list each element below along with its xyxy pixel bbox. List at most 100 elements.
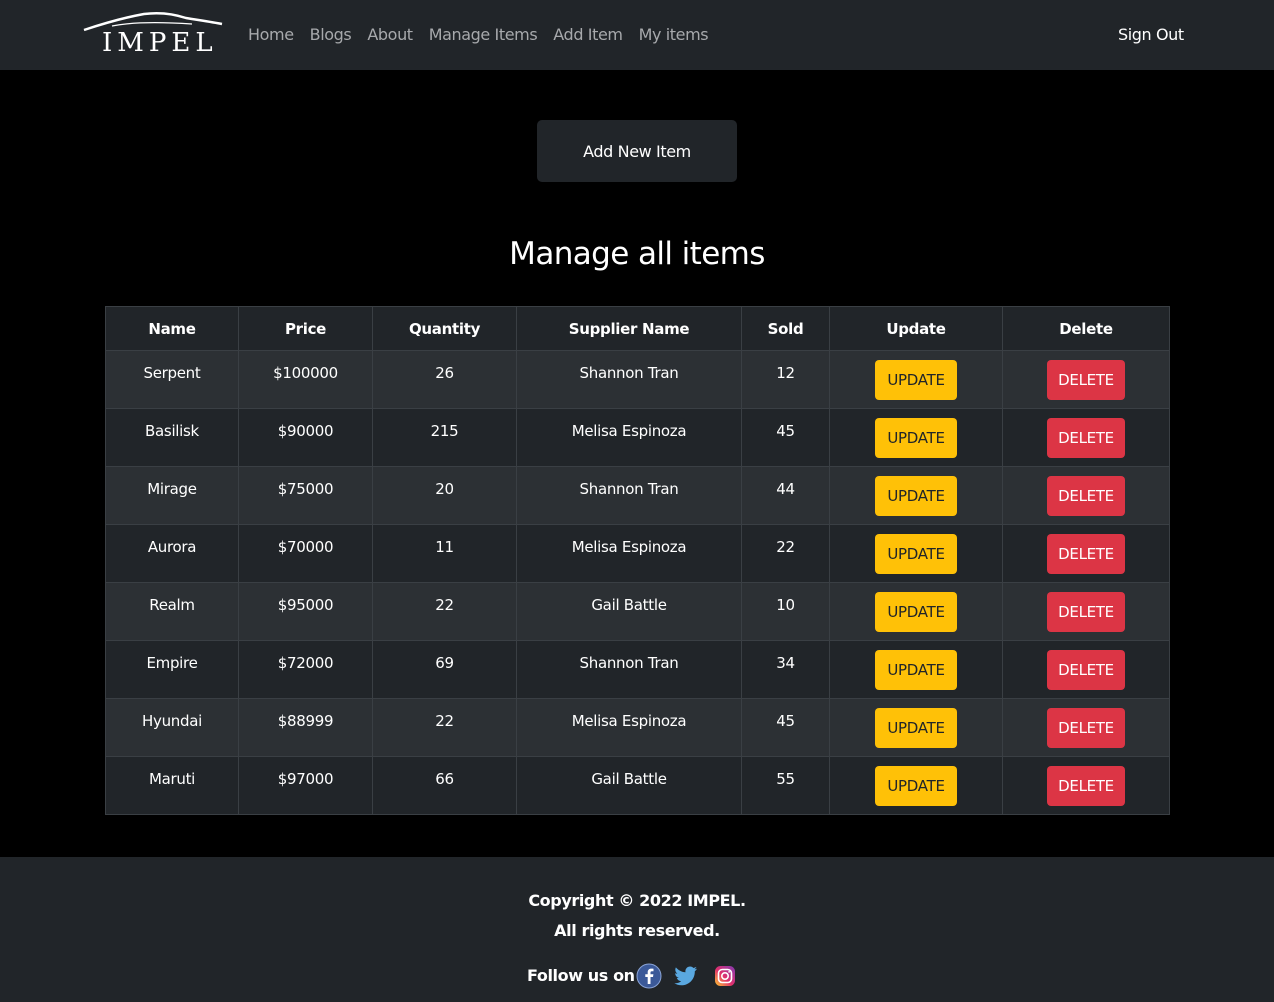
delete-button[interactable]: DELETE: [1047, 534, 1125, 574]
header-price: Price: [238, 306, 373, 351]
cell-supplier-name: Shannon Tran: [516, 466, 742, 525]
header-quantity: Quantity: [372, 306, 517, 351]
cell-delete: DELETE: [1002, 756, 1170, 815]
facebook-icon[interactable]: [636, 963, 662, 989]
update-button[interactable]: UPDATE: [875, 418, 957, 458]
delete-button[interactable]: DELETE: [1047, 360, 1125, 400]
table-row: Empire $72000 69 Shannon Tran 34 UPDATE DELETE: [105, 640, 1170, 699]
update-button[interactable]: UPDATE: [875, 592, 957, 632]
cell-delete: DELETE: [1002, 466, 1170, 525]
cell-delete: DELETE: [1002, 350, 1170, 409]
cell-delete: DELETE: [1002, 698, 1170, 757]
cell-supplier-name: Melisa Espinoza: [516, 408, 742, 467]
cell-quantity: 20: [372, 466, 517, 525]
cell-sold: 55: [741, 756, 830, 815]
cell-update: UPDATE: [829, 756, 1003, 815]
header-supplier-name: Supplier Name: [516, 306, 742, 351]
cell-price: $72000: [238, 640, 373, 699]
cell-name: Aurora: [105, 524, 239, 583]
rights-text: All rights reserved.: [554, 921, 720, 940]
follow-us-label: Follow us on: [527, 966, 635, 985]
table-row: Mirage $75000 20 Shannon Tran 44 UPDATE DELETE: [105, 466, 1170, 525]
cell-name: Mirage: [105, 466, 239, 525]
items-table-container: Name Price Quantity Supplier Name Sold U…: [105, 306, 1170, 815]
nav-my-items[interactable]: My items: [639, 24, 709, 48]
nav-about[interactable]: About: [367, 24, 413, 48]
table-body: Serpent $100000 26 Shannon Tran 12 UPDATE DELE…: [105, 350, 1170, 815]
cell-sold: 12: [741, 350, 830, 409]
table-row: Aurora $70000 11 Melisa Espinoza 22 UPDATE DEL…: [105, 524, 1170, 583]
update-button[interactable]: UPDATE: [875, 476, 957, 516]
table-row: Realm $95000 22 Gail Battle 10 UPDATE DELETE: [105, 582, 1170, 641]
cell-quantity: 26: [372, 350, 517, 409]
add-new-item-button[interactable]: Add New Item: [537, 120, 737, 182]
table-header-row: Name Price Quantity Supplier Name Sold U…: [105, 306, 1170, 351]
cell-delete: DELETE: [1002, 640, 1170, 699]
cell-sold: 45: [741, 698, 830, 757]
cell-sold: 34: [741, 640, 830, 699]
cell-price: $70000: [238, 524, 373, 583]
table-row: Maruti $97000 66 Gail Battle 55 UPDATE DELETE: [105, 756, 1170, 815]
update-button[interactable]: UPDATE: [875, 650, 957, 690]
cell-name: Empire: [105, 640, 239, 699]
cell-update: UPDATE: [829, 408, 1003, 467]
nav-manage-items[interactable]: Manage Items: [429, 24, 538, 48]
cell-sold: 22: [741, 524, 830, 583]
cell-quantity: 215: [372, 408, 517, 467]
impel-logo[interactable]: IMPEL: [82, 10, 224, 60]
cell-supplier-name: Melisa Espinoza: [516, 698, 742, 757]
cell-sold: 44: [741, 466, 830, 525]
logo-text: IMPEL: [102, 28, 218, 58]
cell-name: Realm: [105, 582, 239, 641]
header-name: Name: [105, 306, 239, 351]
delete-button[interactable]: DELETE: [1047, 592, 1125, 632]
cell-price: $90000: [238, 408, 373, 467]
nav-home[interactable]: Home: [248, 24, 294, 48]
cell-delete: DELETE: [1002, 582, 1170, 641]
cell-quantity: 66: [372, 756, 517, 815]
table-row: Basilisk $90000 215 Melisa Espinoza 45 UPDATE…: [105, 408, 1170, 467]
cell-supplier-name: Shannon Tran: [516, 350, 742, 409]
cell-sold: 10: [741, 582, 830, 641]
cell-supplier-name: Gail Battle: [516, 756, 742, 815]
update-button[interactable]: UPDATE: [875, 708, 957, 748]
footer: Copyright © 2022 IMPEL. All rights reser…: [0, 857, 1274, 1002]
update-button[interactable]: UPDATE: [875, 360, 957, 400]
cell-update: UPDATE: [829, 350, 1003, 409]
delete-button[interactable]: DELETE: [1047, 708, 1125, 748]
cell-quantity: 69: [372, 640, 517, 699]
cell-name: Basilisk: [105, 408, 239, 467]
cell-update: UPDATE: [829, 582, 1003, 641]
cell-update: UPDATE: [829, 640, 1003, 699]
instagram-icon[interactable]: [712, 963, 738, 989]
nav-links: Home Blogs About Manage Items Add Item M…: [248, 24, 724, 48]
copyright-text: Copyright © 2022 IMPEL.: [528, 891, 746, 910]
cell-supplier-name: Shannon Tran: [516, 640, 742, 699]
cell-supplier-name: Melisa Espinoza: [516, 524, 742, 583]
delete-button[interactable]: DELETE: [1047, 476, 1125, 516]
header-update: Update: [829, 306, 1003, 351]
delete-button[interactable]: DELETE: [1047, 650, 1125, 690]
nav-blogs[interactable]: Blogs: [310, 24, 352, 48]
cell-delete: DELETE: [1002, 524, 1170, 583]
cell-delete: DELETE: [1002, 408, 1170, 467]
update-button[interactable]: UPDATE: [875, 766, 957, 806]
cell-supplier-name: Gail Battle: [516, 582, 742, 641]
delete-button[interactable]: DELETE: [1047, 766, 1125, 806]
cell-price: $97000: [238, 756, 373, 815]
cell-price: $75000: [238, 466, 373, 525]
delete-button[interactable]: DELETE: [1047, 418, 1125, 458]
sign-out-link[interactable]: Sign Out: [1118, 24, 1184, 46]
cell-update: UPDATE: [829, 698, 1003, 757]
nav-add-item[interactable]: Add Item: [553, 24, 623, 48]
cell-price: $95000: [238, 582, 373, 641]
update-button[interactable]: UPDATE: [875, 534, 957, 574]
cell-name: Serpent: [105, 350, 239, 409]
page-title: Manage all items: [509, 236, 765, 272]
cell-price: $100000: [238, 350, 373, 409]
navbar: IMPEL Home Blogs About Manage Items Add …: [0, 0, 1274, 70]
cell-price: $88999: [238, 698, 373, 757]
header-sold: Sold: [741, 306, 830, 351]
twitter-icon[interactable]: [673, 963, 699, 989]
header-delete: Delete: [1002, 306, 1170, 351]
